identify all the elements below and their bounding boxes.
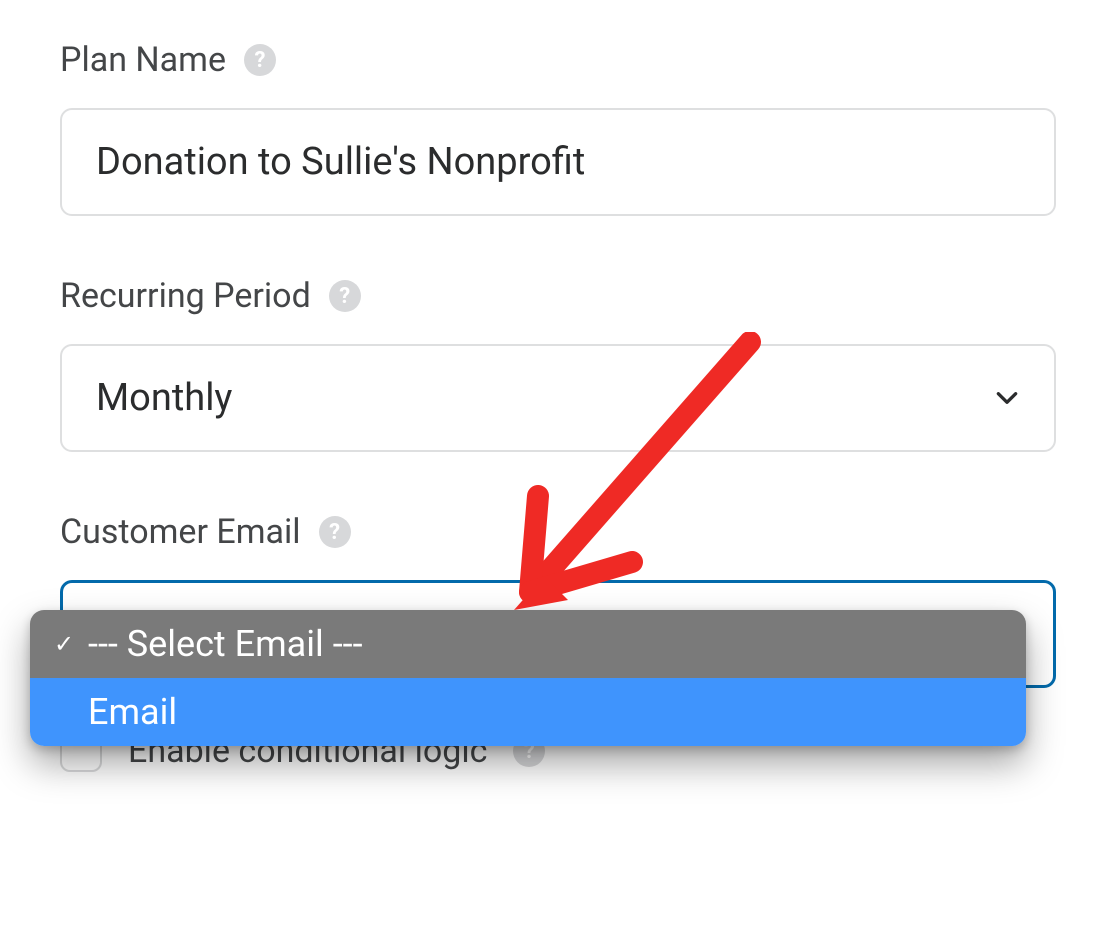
dropdown-option-label: --- Select Email --- bbox=[84, 623, 363, 665]
help-icon[interactable]: ? bbox=[329, 280, 361, 312]
customer-email-label: Customer Email bbox=[60, 512, 301, 552]
recurring-period-label: Recurring Period bbox=[60, 276, 311, 316]
dropdown-option-label: Email bbox=[84, 691, 177, 733]
recurring-period-field-group: Recurring Period ? Monthly bbox=[60, 276, 1056, 452]
dropdown-option-select-email[interactable]: ✓ --- Select Email --- bbox=[30, 610, 1026, 678]
customer-email-label-row: Customer Email ? bbox=[60, 512, 1056, 552]
plan-name-label-row: Plan Name ? bbox=[60, 40, 1056, 80]
plan-name-input[interactable] bbox=[60, 108, 1056, 216]
recurring-period-select[interactable]: Monthly bbox=[60, 344, 1056, 452]
customer-email-select-wrap: ✓ --- Select Email --- Email bbox=[60, 580, 1056, 688]
help-icon[interactable]: ? bbox=[244, 44, 276, 76]
dropdown-option-email[interactable]: Email bbox=[30, 678, 1026, 746]
plan-name-label: Plan Name bbox=[60, 40, 226, 80]
plan-name-field-group: Plan Name ? bbox=[60, 40, 1056, 216]
checkmark-icon: ✓ bbox=[44, 630, 84, 658]
customer-email-field-group: Customer Email ? ✓ --- Select Email --- bbox=[60, 512, 1056, 688]
customer-email-dropdown: ✓ --- Select Email --- Email bbox=[30, 610, 1026, 746]
recurring-period-value: Monthly bbox=[96, 376, 232, 420]
chevron-down-icon bbox=[994, 385, 1020, 411]
recurring-period-label-row: Recurring Period ? bbox=[60, 276, 1056, 316]
help-icon[interactable]: ? bbox=[319, 516, 351, 548]
